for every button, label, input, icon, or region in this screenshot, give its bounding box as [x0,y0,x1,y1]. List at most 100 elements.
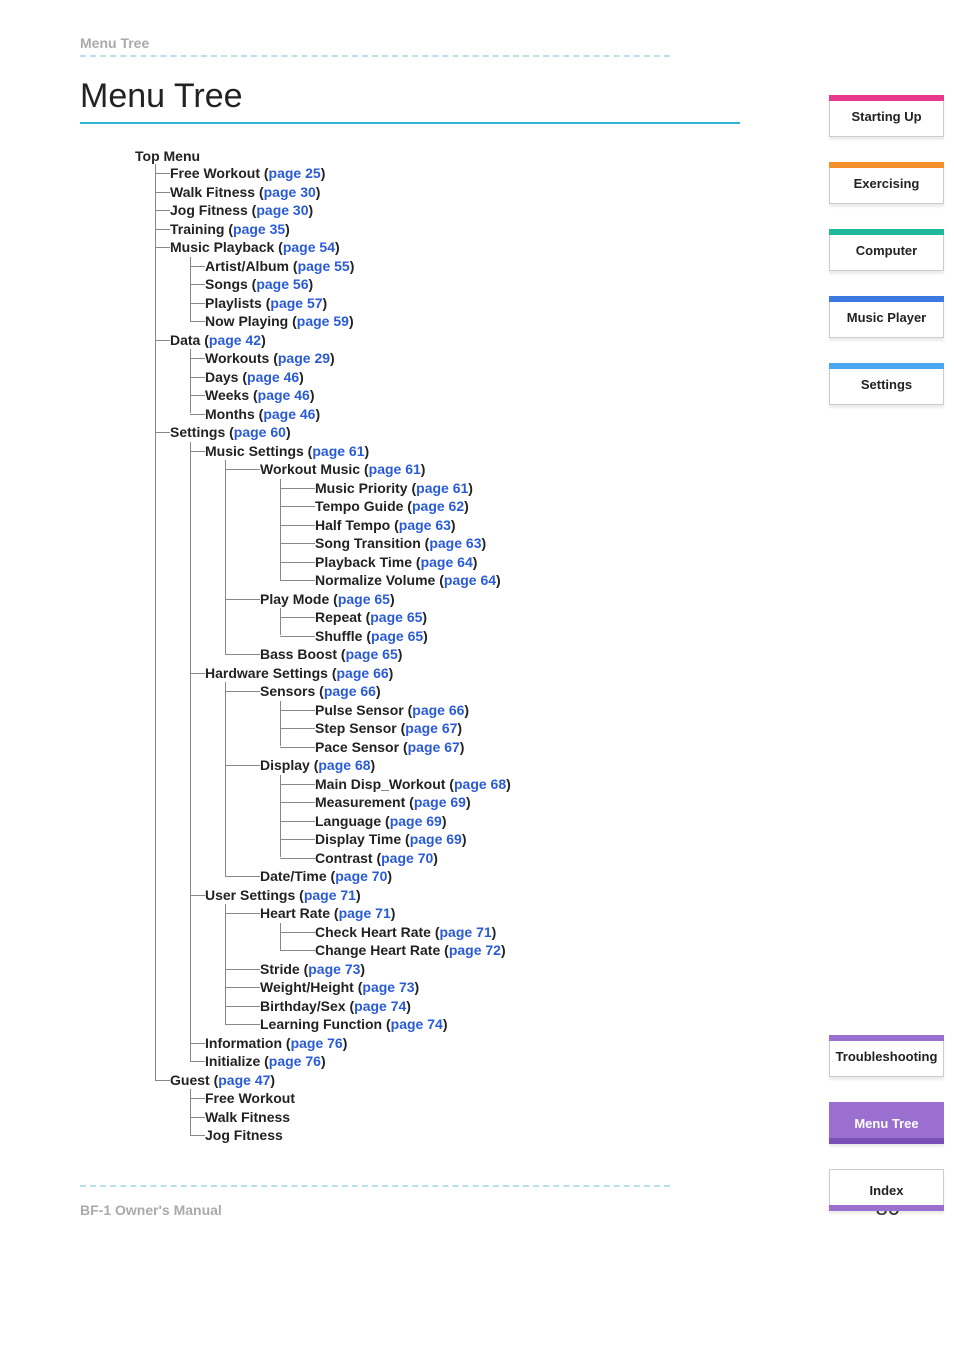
page-link[interactable]: page 59 [297,313,349,329]
page-link[interactable]: page 69 [414,794,466,810]
tree-item-label: Play Mode [260,591,329,607]
tree-item: Pulse Sensor (page 66) [315,701,944,720]
page-link[interactable]: page 61 [369,461,421,477]
tree-item: Workout Music (page 61)Music Priority (p… [260,460,944,590]
page-link[interactable]: page 71 [440,924,492,940]
tree-item-label: Walk Fitness [205,1109,290,1125]
tree-item: Settings (page 60)Music Settings (page 6… [170,423,944,1071]
page-link[interactable]: page 63 [399,517,451,533]
page-link[interactable]: page 68 [454,776,506,792]
page-link[interactable]: page 42 [209,332,261,348]
page-link[interactable]: page 61 [312,443,364,459]
tree-item: Shuffle (page 65) [315,627,944,646]
page-link[interactable]: page 56 [256,276,308,292]
page-link[interactable]: page 71 [339,905,391,921]
tree-item-label: Hardware Settings [205,665,328,681]
tree-item-label: Display [260,757,310,773]
page-link[interactable]: page 66 [412,702,464,718]
side-tab[interactable]: Menu Tree [829,1102,944,1144]
page-link[interactable]: page 76 [269,1053,321,1069]
page-link[interactable]: page 65 [370,609,422,625]
tree-item-label: Walk Fitness [170,184,255,200]
page-link[interactable]: page 73 [308,961,360,977]
tree-item: Bass Boost (page 65) [260,645,944,664]
page-link[interactable]: page 25 [269,165,321,181]
tree-item-label: Free Workout [170,165,260,181]
page-link[interactable]: page 72 [449,942,501,958]
tree-item-label: Normalize Volume [315,572,435,588]
page-link[interactable]: page 65 [346,646,398,662]
page-link[interactable]: page 54 [283,239,335,255]
side-tabs-top: Starting Up Exercising Computer Music Playe… [829,95,944,405]
tree-item-label: Main Disp_Workout [315,776,445,792]
page-link[interactable]: page 30 [264,184,316,200]
title-rule [80,122,740,124]
page-link[interactable]: page 64 [421,554,473,570]
tree-item-label: Birthday/Sex [260,998,346,1014]
page-link[interactable]: page 70 [335,868,387,884]
tree-item: Guest (page 47)Free WorkoutWalk FitnessJ… [170,1071,944,1145]
page-link[interactable]: page 30 [256,202,308,218]
tree-item: Check Heart Rate (page 71) [315,923,944,942]
side-tab[interactable]: Troubleshooting [829,1035,944,1077]
tree-item-label: Playback Time [315,554,412,570]
page-link[interactable]: page 69 [410,831,462,847]
tree-item: Pace Sensor (page 67) [315,738,944,757]
side-tab[interactable]: Settings [829,363,944,405]
side-tab[interactable]: Computer [829,229,944,271]
tree-item-label: Sensors [260,683,315,699]
tree-item-label: Information [205,1035,282,1051]
page-link[interactable]: page 47 [218,1072,270,1088]
side-tab[interactable]: Starting Up [829,95,944,137]
side-tab[interactable]: Music Player [829,296,944,338]
page-link[interactable]: page 55 [298,258,350,274]
tree-item: Tempo Guide (page 62) [315,497,944,516]
page-link[interactable]: page 57 [270,295,322,311]
page-link[interactable]: page 60 [234,424,286,440]
page-link[interactable]: page 29 [278,350,330,366]
page-link[interactable]: page 68 [318,757,370,773]
tree-item-label: Months [205,406,255,422]
page-link[interactable]: page 74 [354,998,406,1014]
tree-item-label: Half Tempo [315,517,390,533]
tree-item: Free Workout (page 25) [170,164,944,183]
tree-item-label: Songs [205,276,248,292]
page-link[interactable]: page 74 [391,1016,443,1032]
tree-item-label: Free Workout [205,1090,295,1106]
tree-item: Change Heart Rate (page 72) [315,941,944,960]
tree-item: Sensors (page 66)Pulse Sensor (page 66)S… [260,682,944,756]
page-link[interactable]: page 66 [337,665,389,681]
page-link[interactable]: page 61 [416,480,468,496]
page-link[interactable]: page 76 [291,1035,343,1051]
tree-root: Top Menu [135,148,944,164]
page-link[interactable]: page 73 [362,979,414,995]
tree-item: Heart Rate (page 71)Check Heart Rate (pa… [260,904,944,960]
side-tab[interactable]: Exercising [829,162,944,204]
page-link[interactable]: page 35 [233,221,285,237]
page-link[interactable]: page 66 [324,683,376,699]
page-link[interactable]: page 71 [304,887,356,903]
tree-item: Data (page 42)Workouts (page 29)Days (pa… [170,331,944,424]
page-link[interactable]: page 67 [405,720,457,736]
page-link[interactable]: page 46 [247,369,299,385]
tree-item: Months (page 46) [205,405,944,424]
side-tab[interactable]: Index [829,1169,944,1211]
tree-item: Date/Time (page 70) [260,867,944,886]
page-link[interactable]: page 64 [444,572,496,588]
page-link[interactable]: page 63 [429,535,481,551]
page-link[interactable]: page 46 [258,387,310,403]
tree-item-label: Change Heart Rate [315,942,440,958]
page-link[interactable]: page 69 [390,813,442,829]
page-link[interactable]: page 70 [381,850,433,866]
tree-item-label: Data [170,332,200,348]
tree-item: Playback Time (page 64) [315,553,944,572]
page-link[interactable]: page 65 [371,628,423,644]
page-link[interactable]: page 65 [338,591,390,607]
page-link[interactable]: page 46 [263,406,315,422]
tree-item-label: Weeks [205,387,249,403]
tree-item-label: Settings [170,424,225,440]
tree-item-label: Pulse Sensor [315,702,404,718]
page-link[interactable]: page 62 [412,498,464,514]
page-link[interactable]: page 67 [408,739,460,755]
tree-item-label: Shuffle [315,628,362,644]
